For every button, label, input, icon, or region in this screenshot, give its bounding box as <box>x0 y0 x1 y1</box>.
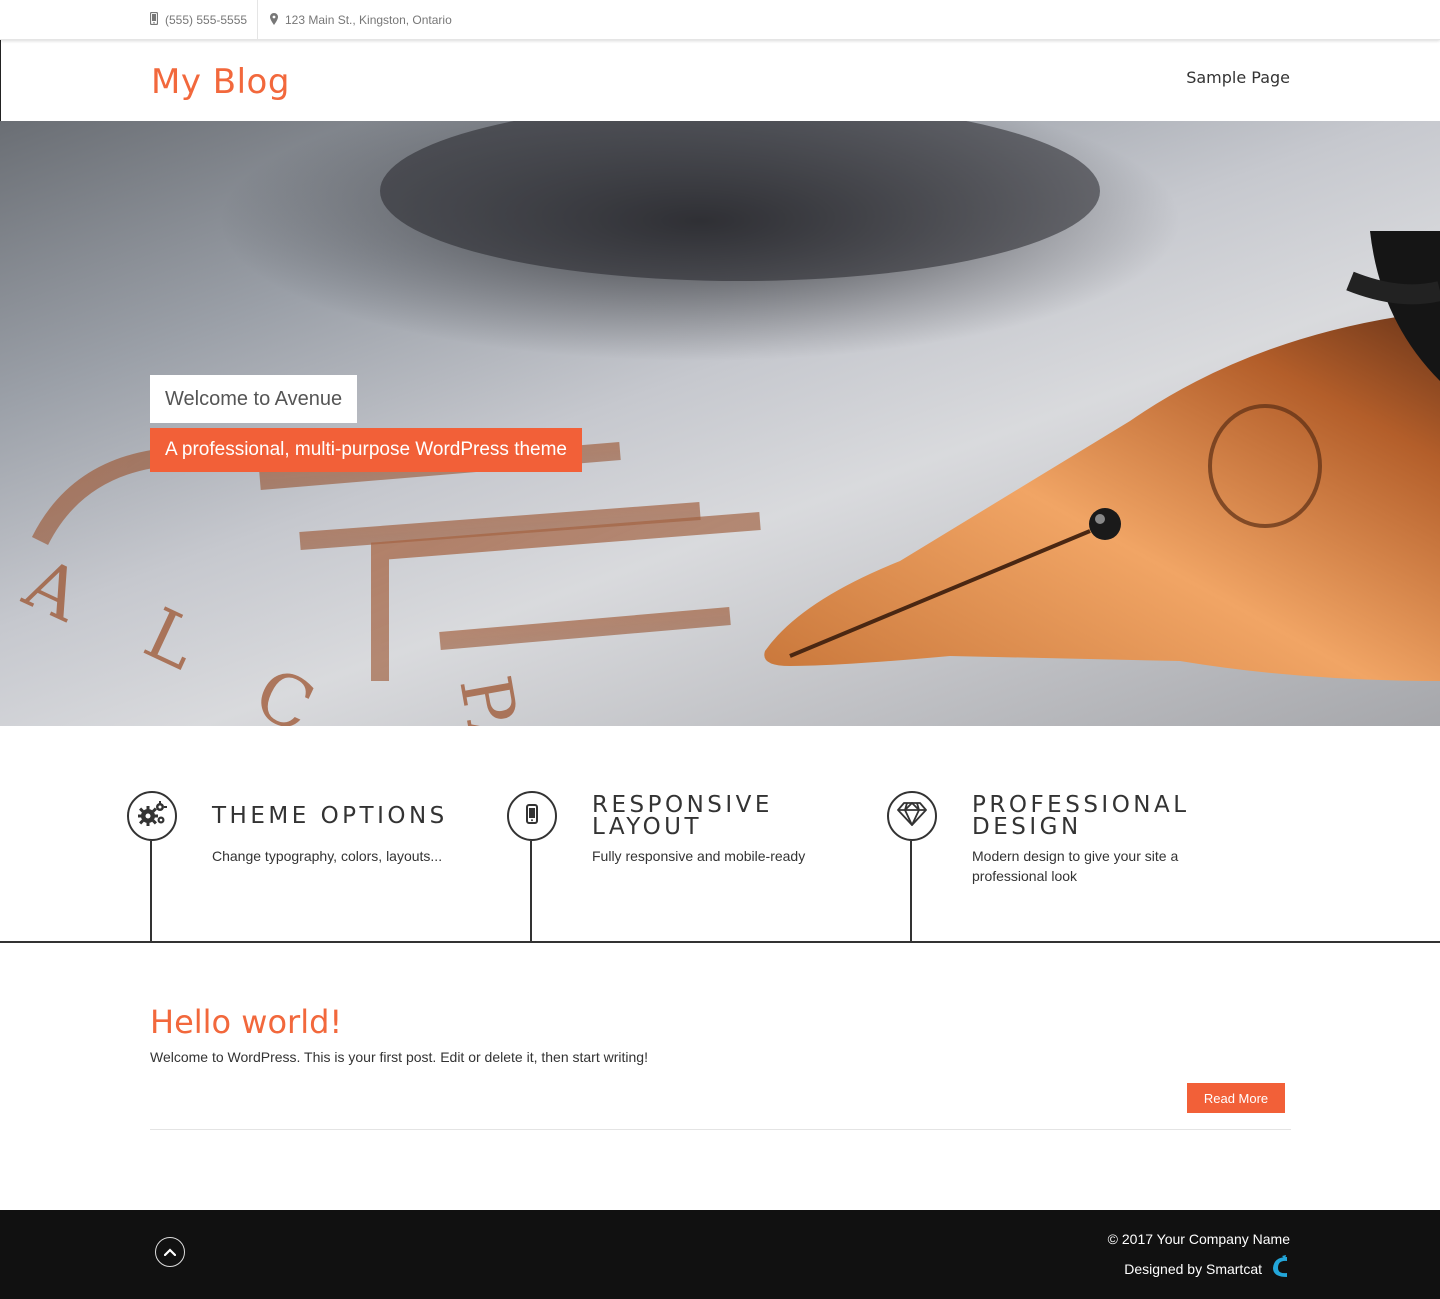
feature-icon-circle <box>887 791 937 841</box>
designed-by: Designed by Smartcat <box>1124 1255 1290 1282</box>
svg-text:A: A <box>12 542 95 639</box>
hero-background-image: A L C PARIS <box>12 121 1440 726</box>
feature-theme-options: Theme Options Change typography, colors,… <box>0 726 444 941</box>
gears-icon <box>137 800 167 832</box>
post-excerpt: Welcome to WordPress. This is your first… <box>150 1049 648 1065</box>
scroll-to-top-button[interactable] <box>155 1237 185 1267</box>
hero-title: Welcome to Avenue <box>150 375 358 423</box>
address-info: 123 Main St., Kingston, Ontario <box>270 0 452 40</box>
nav-item-sample-page[interactable]: Sample Page <box>1186 68 1290 87</box>
chevron-up-icon <box>163 1243 177 1261</box>
hero-banner: A L C PARIS Welcome to Avenue A professi… <box>0 121 1440 726</box>
mobile-icon <box>526 803 538 829</box>
features-section: Theme Options Change typography, colors,… <box>0 726 1440 943</box>
designed-by-link[interactable]: Designed by Smartcat <box>1124 1261 1262 1277</box>
post-title[interactable]: Hello world! <box>150 1003 342 1041</box>
feature-title: Professional Design <box>972 792 1190 840</box>
feature-connector-line <box>530 841 532 941</box>
feature-connector-line <box>150 841 152 941</box>
site-header: My Blog Sample Page <box>0 40 1440 121</box>
svg-text:L: L <box>133 592 210 686</box>
read-more-button[interactable]: Read More <box>1187 1083 1285 1113</box>
feature-icon-circle <box>127 791 177 841</box>
feature-responsive-layout: Responsive Layout Fully responsive and m… <box>380 726 805 941</box>
feature-icon-circle <box>507 791 557 841</box>
hero-subtitle: A professional, multi-purpose WordPress … <box>150 428 582 472</box>
feature-description: Modern design to give your site a profes… <box>972 848 1179 884</box>
phone-info: (555) 555-5555 <box>149 0 259 40</box>
diamond-icon <box>897 801 927 831</box>
map-marker-icon <box>270 12 278 28</box>
svg-text:C: C <box>243 652 326 726</box>
phone-number: (555) 555-5555 <box>165 13 248 27</box>
top-info-bar: (555) 555-5555 123 Main St., Kingston, O… <box>0 0 1440 40</box>
copyright-text: © 2017 Your Company Name <box>1107 1231 1290 1247</box>
feature-connector-line <box>910 841 912 941</box>
mobile-phone-icon <box>149 11 159 28</box>
feature-professional-design: Professional Design Modern design to giv… <box>760 726 1186 941</box>
post-divider <box>150 1129 1291 1130</box>
address-text: 123 Main St., Kingston, Ontario <box>285 13 452 27</box>
site-footer: © 2017 Your Company Name Designed by Sma… <box>0 1210 1440 1299</box>
svg-text:PARIS: PARIS <box>443 670 562 726</box>
site-title[interactable]: My Blog <box>151 62 290 102</box>
smartcat-logo-icon[interactable] <box>1270 1255 1290 1282</box>
